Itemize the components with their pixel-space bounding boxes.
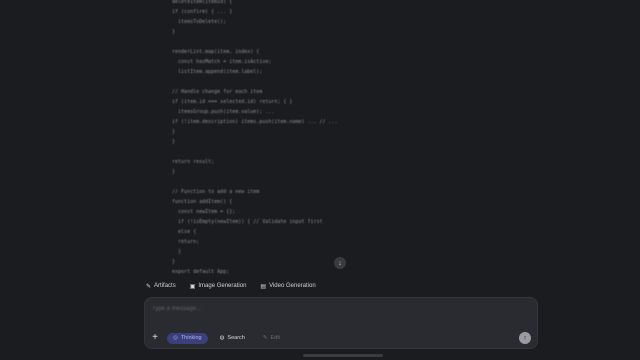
code-line: export default App;	[166, 269, 230, 275]
tool-label: Video Generation	[269, 283, 316, 289]
code-line: if (!isEmpty(newItem)) { // Validate inp…	[166, 219, 323, 225]
home-indicator	[303, 354, 383, 357]
arrow-up-icon: ↑	[523, 334, 527, 342]
edit-toggle[interactable]: ✎ Edit	[257, 333, 286, 344]
code-line: // Handle change for each item	[166, 89, 263, 95]
code-line: // Function to add a new item	[166, 189, 260, 195]
send-button[interactable]: ↑	[519, 332, 531, 344]
composer-actions: + ◎ Thinking ◍ Search ✎ Edit	[149, 332, 286, 344]
tool-label: Image Generation	[198, 283, 247, 289]
code-line: }	[166, 29, 176, 35]
search-toggle[interactable]: ◍ Search	[214, 333, 251, 344]
scroll-down-button[interactable]: ↓	[334, 257, 346, 269]
code-line: if (!item.description) items.push(item.n…	[166, 119, 338, 125]
plus-icon: +	[152, 332, 158, 343]
code-line: return;	[166, 239, 200, 245]
message-composer: Type a message... + ◎ Thinking ◍ Search …	[144, 297, 538, 349]
chat-app: deleteItem(itemId) { if (confirm) { ... …	[0, 0, 640, 360]
tool-artifacts[interactable]: ✎ Artifacts	[146, 281, 176, 291]
code-line: return result;	[166, 159, 215, 165]
code-block: deleteItem(itemId) { if (confirm) { ... …	[166, 0, 466, 277]
brain-icon: ◎	[173, 335, 178, 341]
code-line: if (item.id === selected.id) return; { }	[166, 99, 293, 105]
code-line: }	[166, 249, 182, 255]
code-line: deleteItem(itemId) {	[166, 0, 233, 5]
pencil-icon: ✎	[262, 335, 268, 341]
code-line: }	[166, 129, 176, 135]
tool-image-generation[interactable]: ▣ Image Generation	[190, 281, 247, 291]
globe-icon: ◍	[219, 335, 225, 341]
code-line: function addItem() {	[166, 199, 233, 205]
code-line: listItem.append(item.label);	[166, 69, 263, 75]
arrow-down-icon: ↓	[338, 259, 342, 267]
code-line: const hasMatch = item.isActive;	[166, 59, 272, 65]
add-attachment-button[interactable]: +	[149, 332, 161, 344]
image-icon: ▣	[189, 283, 196, 290]
tool-label: Artifacts	[154, 283, 176, 289]
code-line: else {	[166, 229, 197, 235]
code-line: }	[166, 259, 176, 265]
thinking-toggle[interactable]: ◎ Thinking	[167, 332, 208, 344]
edit-label: Edit	[270, 335, 280, 341]
code-line: renderList.map(item, index) {	[166, 49, 260, 55]
code-line: }	[166, 169, 176, 175]
code-line: }	[166, 139, 176, 145]
message-input[interactable]: Type a message...	[152, 306, 201, 312]
code-line: if (confirm) { ... }	[166, 9, 233, 15]
tool-video-generation[interactable]: ▤ Video Generation	[260, 281, 315, 291]
tool-bar: ✎ Artifacts ▣ Image Generation ▤ Video G…	[146, 281, 316, 291]
code-line: const newItem = {};	[166, 209, 236, 215]
thinking-label: Thinking	[180, 335, 202, 341]
artifacts-icon: ✎	[146, 283, 152, 290]
video-icon: ▤	[260, 283, 267, 290]
code-line: itemsGroup.push(item.value); ...	[166, 109, 275, 115]
search-label: Search	[227, 335, 245, 341]
code-line: itemsToDelete();	[166, 19, 227, 25]
